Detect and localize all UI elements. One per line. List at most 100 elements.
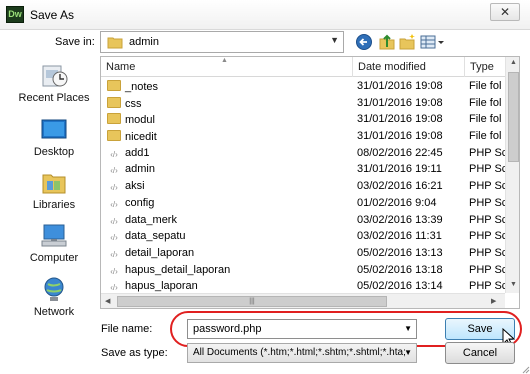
save-in-dropdown[interactable]: admin ▼ — [100, 31, 344, 53]
place-recent-places[interactable]: Recent Places — [12, 62, 96, 112]
file-type-cell: File fol — [469, 130, 502, 143]
file-name-text: data_sepatu — [125, 230, 186, 243]
file-name-text: nicedit — [125, 131, 157, 144]
file-name-cell: ‹/› aksi — [107, 180, 352, 194]
place-computer[interactable]: Computer — [12, 222, 96, 272]
cancel-button[interactable]: Cancel — [445, 342, 515, 364]
back-icon[interactable] — [355, 33, 373, 51]
save-as-type-dropdown[interactable]: All Documents (*.htm;*.html;*.shtm;*.sht… — [187, 343, 417, 363]
recent-places-icon — [42, 65, 68, 87]
file-name-text: modul — [125, 114, 155, 127]
column-header-type[interactable]: Type — [465, 57, 509, 77]
resize-grip-icon[interactable] — [520, 364, 530, 374]
folder-icon — [107, 96, 121, 108]
desktop-icon — [41, 119, 67, 139]
place-label: Computer — [29, 252, 79, 264]
file-row[interactable]: ‹/› admin 31/01/2016 19:11 PHP Sc — [101, 161, 507, 178]
file-date-cell: 03/02/2016 11:31 — [357, 230, 442, 243]
file-type-cell: PHP Sc — [469, 163, 508, 176]
file-row[interactable]: ‹/› add1 08/02/2016 22:45 PHP Sc — [101, 145, 507, 162]
scroll-left-arrow-icon[interactable]: ◀ — [105, 297, 110, 305]
scroll-right-arrow-icon[interactable]: ▶ — [491, 297, 496, 305]
file-row[interactable]: ‹/› data_sepatu 03/02/2016 11:31 PHP Sc — [101, 228, 507, 245]
php-file-icon: ‹/› — [110, 233, 118, 243]
file-row[interactable]: modul 31/01/2016 19:08 File fol — [101, 111, 505, 128]
network-icon — [44, 277, 64, 301]
file-name-text: detail_laporan — [125, 246, 195, 259]
file-name-text: aksi — [125, 180, 145, 193]
folder-icon — [107, 80, 121, 91]
place-libraries[interactable]: Libraries — [12, 169, 96, 219]
close-button[interactable]: ✕ — [490, 3, 520, 21]
chevron-down-icon: ▼ — [330, 35, 339, 45]
file-date-cell: 31/01/2016 19:08 — [357, 96, 443, 109]
computer-icon — [41, 224, 67, 247]
file-date-cell: 31/01/2016 19:08 — [357, 80, 443, 92]
scroll-up-arrow-icon[interactable]: ▲ — [510, 59, 517, 66]
file-name-cell: ‹/› hapus_detail_laporan — [107, 264, 352, 278]
file-name-cell: nicedit — [107, 130, 352, 143]
file-type-cell: PHP Sc — [469, 146, 508, 159]
file-row[interactable]: ‹/› detail_laporan 05/02/2016 13:13 PHP Sc — [101, 245, 507, 262]
file-type-cell: PHP Sc — [469, 263, 508, 276]
file-date-cell: 05/02/2016 13:13 — [357, 246, 443, 259]
place-label: Recent Places — [18, 92, 90, 104]
file-date-cell: 31/01/2016 19:08 — [357, 130, 443, 143]
file-name-label: File name: — [101, 323, 153, 335]
file-date-cell: 01/02/2016 9:04 — [357, 196, 437, 209]
file-row[interactable]: _notes 31/01/2016 19:08 File fol — [101, 78, 505, 95]
view-menu-icon[interactable] — [420, 33, 446, 51]
file-row[interactable]: ‹/› config 01/02/2016 9:04 PHP Sc — [101, 195, 507, 212]
file-row[interactable]: ‹/› aksi 03/02/2016 16:21 PHP Sc — [101, 178, 507, 195]
dreamweaver-app-icon: Dw — [6, 6, 24, 23]
file-row[interactable]: ‹/› data_merk 03/02/2016 13:39 PHP Sc — [101, 212, 507, 229]
sort-ascending-icon: ▲ — [221, 57, 228, 64]
file-type-cell: PHP Sc — [469, 196, 508, 209]
column-headers: Name ▲ Date modified Type — [101, 57, 505, 77]
file-type-cell: PHP Sc — [469, 213, 508, 226]
horizontal-scrollbar[interactable]: ◀ ||| ▶ — [101, 293, 505, 308]
php-file-icon: ‹/› — [110, 266, 118, 276]
file-row[interactable]: nicedit 31/01/2016 19:08 File fol — [101, 128, 505, 145]
place-label: Libraries — [32, 199, 76, 211]
php-file-icon: ‹/› — [110, 249, 118, 259]
column-header-date-modified[interactable]: Date modified — [353, 57, 465, 77]
chevron-down-icon: ▼ — [404, 348, 412, 357]
folder-icon — [107, 130, 121, 142]
places-bar: Recent Places Desktop Libraries Computer… — [12, 56, 96, 330]
file-name-cell: ‹/› detail_laporan — [107, 247, 352, 261]
file-type-cell: PHP Sc — [469, 246, 508, 259]
php-file-icon: ‹/› — [110, 183, 118, 193]
place-network[interactable]: Network — [12, 276, 96, 326]
scroll-down-arrow-icon[interactable]: ▼ — [510, 281, 517, 288]
file-name-cell: css — [107, 96, 352, 110]
vertical-scroll-thumb[interactable] — [508, 72, 519, 162]
libraries-icon — [42, 174, 66, 194]
file-name-cell: ‹/› data_sepatu — [107, 230, 352, 244]
file-date-cell: 03/02/2016 16:21 — [357, 180, 443, 193]
file-type-cell: PHP Sc — [469, 180, 508, 193]
file-name-cell: ‹/› add1 — [107, 147, 352, 161]
php-file-icon: ‹/› — [110, 199, 118, 209]
file-name-text: config — [125, 196, 155, 209]
file-type-cell: File fol — [469, 96, 502, 109]
file-row[interactable]: css 31/01/2016 19:08 File fol — [101, 95, 505, 112]
file-name-cell: ‹/› config — [107, 197, 352, 211]
file-date-cell: 31/01/2016 19:11 — [357, 163, 442, 176]
file-name-cell: ‹/› admin — [107, 163, 352, 177]
file-rows: _notes 31/01/2016 19:08 File fol css 31/01/2… — [101, 78, 507, 295]
place-label: Desktop — [33, 146, 75, 158]
save-in-label: Save in: — [55, 36, 95, 48]
vertical-scrollbar[interactable]: ▲ ▼ — [505, 57, 519, 293]
place-desktop[interactable]: Desktop — [12, 116, 96, 166]
new-folder-icon[interactable] — [399, 33, 417, 51]
file-row[interactable]: ‹/› hapus_detail_laporan 05/02/2016 13:18 P… — [101, 262, 507, 279]
up-one-level-icon[interactable] — [378, 33, 396, 51]
file-list[interactable]: Name ▲ Date modified Type _notes 31/01/20… — [100, 56, 520, 309]
place-label: Network — [33, 306, 75, 318]
save-as-type-value: All Documents (*.htm;*.html;*.shtm;*.sht… — [193, 347, 405, 358]
horizontal-scroll-thumb[interactable]: ||| — [117, 296, 387, 307]
file-date-cell: 05/02/2016 13:14 — [357, 280, 443, 293]
php-file-icon: ‹/› — [110, 149, 118, 159]
file-name-text: css — [125, 97, 142, 110]
